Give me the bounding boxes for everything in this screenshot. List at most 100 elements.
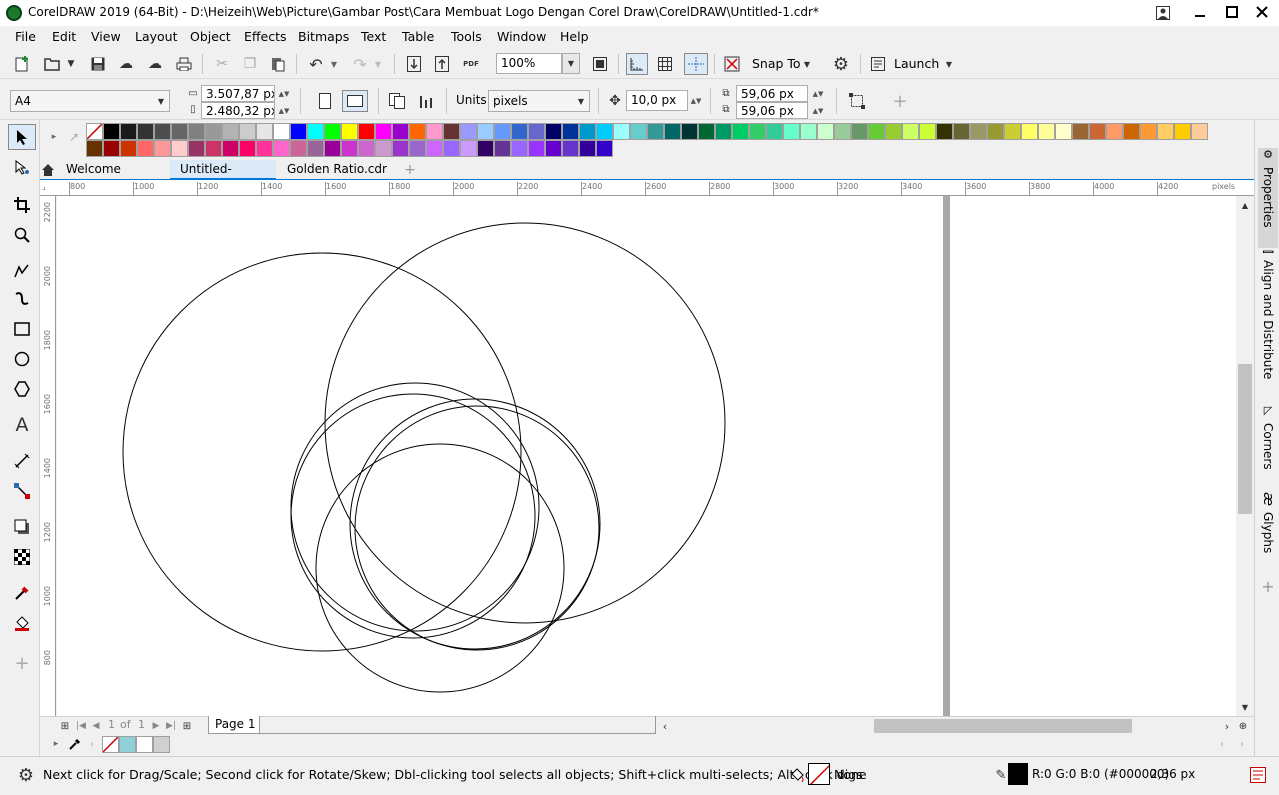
nudge-distance-spinner[interactable]: ▲▼	[690, 91, 702, 111]
color-swatch[interactable]	[596, 123, 613, 140]
color-swatch[interactable]	[528, 140, 545, 157]
page-1-tab[interactable]: Page 1	[208, 716, 260, 734]
color-swatch[interactable]	[188, 123, 205, 140]
tab-welcome-screen[interactable]: Welcome Screen	[56, 160, 174, 195]
palette-eyedropper-icon[interactable]: ↗	[66, 128, 82, 146]
docker-align-distribute[interactable]: ⫿ Align and Distribute	[1258, 250, 1278, 400]
color-swatch[interactable]	[681, 123, 698, 140]
docpal-back-icon[interactable]: ‹	[86, 736, 98, 752]
palette-scroll-left-icon[interactable]: ▸	[48, 128, 60, 146]
color-swatch[interactable]	[562, 140, 579, 157]
close-button[interactable]	[1248, 1, 1276, 23]
color-swatch[interactable]	[698, 123, 715, 140]
add-page-after-icon[interactable]: ⊞	[180, 718, 194, 734]
duplicate-distance-y-field[interactable]: 59,06 px	[736, 102, 808, 119]
color-swatch[interactable]	[545, 140, 562, 157]
last-page-icon[interactable]: ▶|	[164, 718, 178, 734]
menu-file[interactable]: File	[15, 29, 36, 44]
vertical-scrollbar[interactable]: ▲ ▼	[1236, 196, 1254, 716]
pick-tool-icon[interactable]	[8, 124, 36, 150]
color-swatch[interactable]	[375, 140, 392, 157]
docpal-left-icon[interactable]: ‹	[1216, 736, 1228, 752]
color-swatch[interactable]	[443, 123, 460, 140]
color-swatch[interactable]	[477, 140, 494, 157]
portrait-icon[interactable]	[314, 90, 336, 112]
menu-help[interactable]: Help	[560, 29, 589, 44]
tab-untitled-1[interactable]: Untitled-1.cdr*	[170, 160, 276, 195]
color-swatch[interactable]	[154, 140, 171, 157]
color-swatch[interactable]	[392, 140, 409, 157]
snap-to-dropdown-icon[interactable]: ▼	[800, 54, 814, 74]
color-swatch[interactable]	[1004, 123, 1021, 140]
minimize-button[interactable]	[1186, 1, 1214, 23]
status-settings-gear-icon[interactable]: ⚙	[16, 765, 36, 786]
color-swatch[interactable]	[732, 123, 749, 140]
color-swatch[interactable]	[596, 140, 613, 157]
color-swatch[interactable]	[749, 123, 766, 140]
color-swatch[interactable]	[307, 123, 324, 140]
vertical-scroll-thumb[interactable]	[1238, 364, 1252, 514]
menu-bitmaps[interactable]: Bitmaps	[298, 29, 349, 44]
color-swatch[interactable]	[341, 123, 358, 140]
cut-icon[interactable]: ✂	[212, 54, 232, 74]
ruler-origin-icon[interactable]: ⌟	[42, 182, 54, 194]
shape-tool-icon[interactable]	[8, 154, 36, 180]
doc-no-color-swatch[interactable]	[102, 736, 119, 753]
copy-icon[interactable]: ❐	[240, 54, 260, 74]
color-swatch[interactable]	[1072, 123, 1089, 140]
color-swatch[interactable]	[239, 140, 256, 157]
duplicate-distance-x-field[interactable]: 59,06 px	[736, 85, 808, 102]
text-tool-icon[interactable]: A	[8, 412, 36, 438]
cloud-download-icon[interactable]: ☁	[145, 54, 165, 74]
color-swatch[interactable]	[256, 140, 273, 157]
color-swatch[interactable]	[613, 123, 630, 140]
color-swatch[interactable]	[324, 140, 341, 157]
treat-as-filled-icon[interactable]	[846, 90, 868, 112]
redo-dropdown-icon[interactable]: ▼	[372, 54, 384, 74]
page-width-spinner[interactable]: ▲▼	[278, 85, 290, 102]
menu-object[interactable]: Object	[190, 29, 231, 44]
docker-glyphs[interactable]: æ Glyphs	[1258, 492, 1278, 572]
rectangle-tool-icon[interactable]	[8, 316, 36, 342]
connector-tool-icon[interactable]	[8, 478, 36, 504]
options-gear-icon[interactable]: ⚙	[830, 54, 852, 75]
paste-icon[interactable]	[268, 54, 288, 74]
docker-properties[interactable]: ⚙ Properties	[1258, 148, 1278, 248]
artistic-media-tool-icon[interactable]	[8, 286, 36, 312]
color-swatch[interactable]	[494, 140, 511, 157]
dimension-tool-icon[interactable]	[8, 448, 36, 474]
color-swatch[interactable]	[851, 123, 868, 140]
color-swatch[interactable]	[256, 123, 273, 140]
color-swatch[interactable]	[817, 123, 834, 140]
hscroll-left-icon[interactable]: ‹	[656, 718, 674, 734]
color-swatch[interactable]	[885, 123, 902, 140]
color-swatch[interactable]	[579, 140, 596, 157]
all-pages-icon[interactable]	[386, 90, 408, 112]
no-color-swatch[interactable]	[86, 123, 103, 140]
next-page-icon[interactable]: ▶	[150, 718, 162, 734]
doc-color-swatch[interactable]	[136, 736, 153, 753]
snap-off-icon[interactable]	[722, 54, 742, 74]
undo-dropdown-icon[interactable]: ▼	[328, 54, 340, 74]
fill-color-swatch[interactable]	[808, 763, 830, 785]
color-swatch[interactable]	[783, 123, 800, 140]
color-swatch[interactable]	[137, 123, 154, 140]
landscape-icon[interactable]	[342, 90, 368, 112]
nudge-distance-field[interactable]: 10,0 px	[626, 90, 688, 111]
menu-view[interactable]: View	[91, 29, 121, 44]
color-swatch[interactable]	[341, 140, 358, 157]
snap-to-button[interactable]: Snap To	[752, 56, 801, 71]
color-swatch[interactable]	[409, 123, 426, 140]
add-page-before-icon[interactable]: ⊞	[58, 718, 72, 734]
color-swatch[interactable]	[528, 123, 545, 140]
color-swatch[interactable]	[970, 123, 987, 140]
color-swatch[interactable]	[987, 123, 1004, 140]
add-property-icon[interactable]: +	[890, 90, 910, 112]
color-swatch[interactable]	[766, 123, 783, 140]
add-docker-icon[interactable]: +	[1258, 576, 1278, 596]
eyedropper-tool-icon[interactable]	[8, 580, 36, 606]
large-circle-left[interactable]	[122, 252, 522, 652]
color-swatch[interactable]	[239, 123, 256, 140]
drawing-canvas[interactable]	[57, 196, 1236, 716]
color-swatch[interactable]	[290, 140, 307, 157]
